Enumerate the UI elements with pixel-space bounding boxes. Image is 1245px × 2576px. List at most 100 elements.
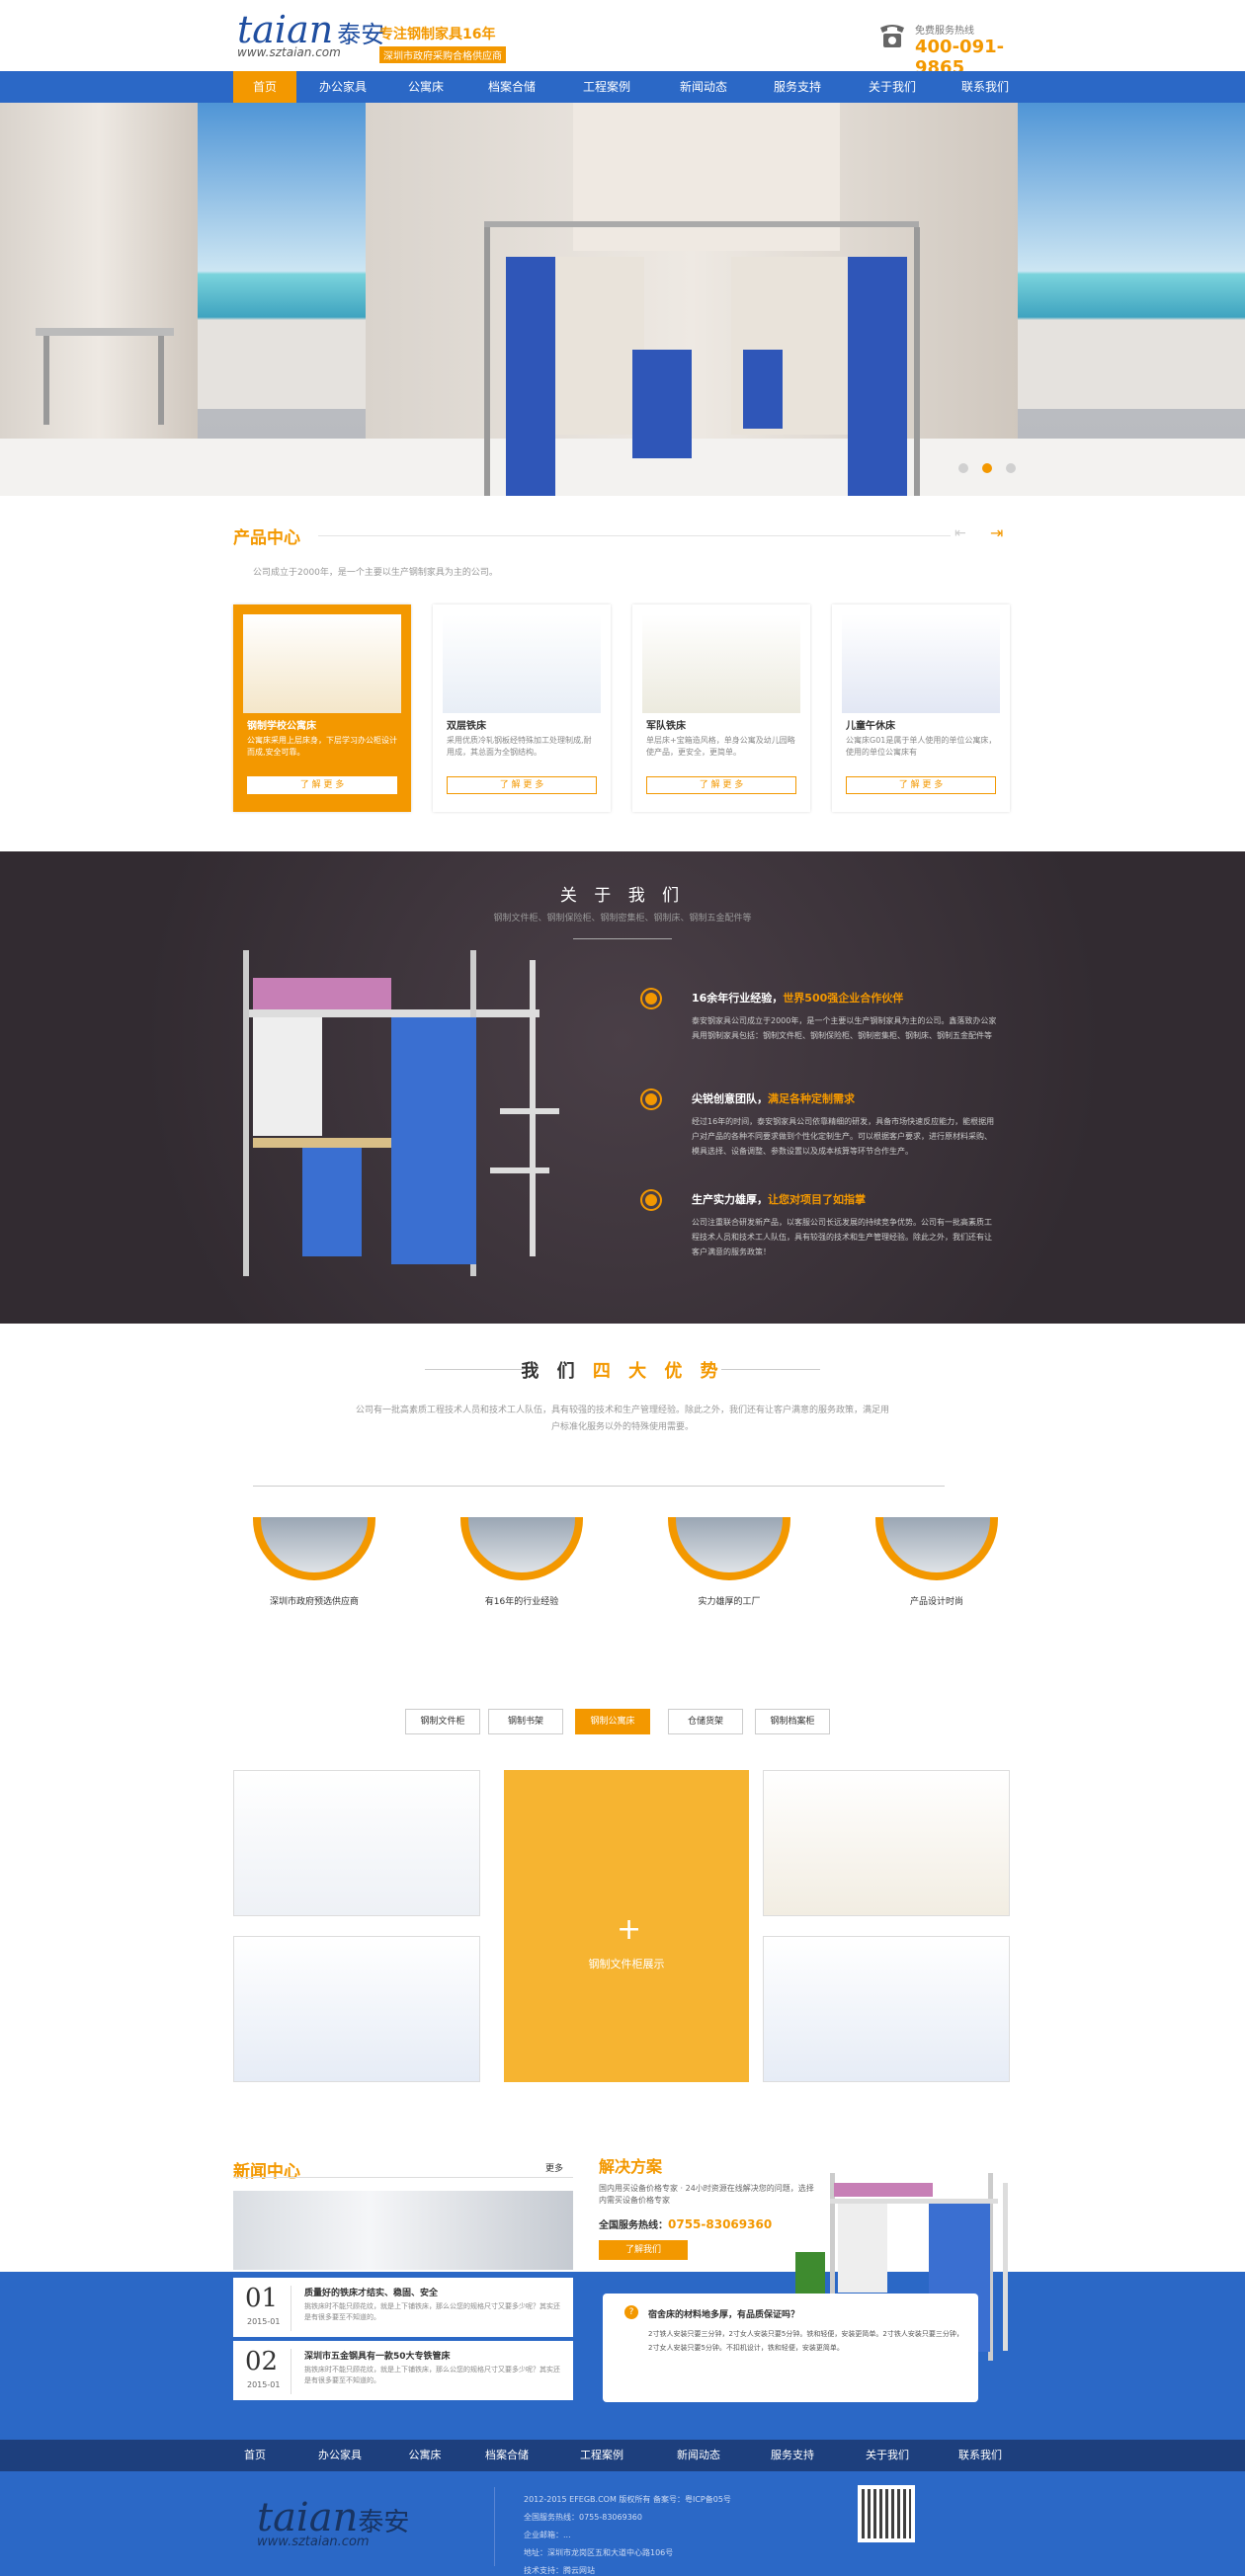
faq-question: 宿舍床的材料地多厚，有品质保证吗？ (648, 2310, 800, 2320)
product-more-button[interactable]: 了 解 更 多 (846, 776, 996, 794)
product-name: 军队铁床 (646, 721, 686, 732)
banner-dot-3[interactable] (1006, 463, 1016, 473)
about-subtitle: 钢制文件柜、钢制保险柜、钢制密集柜、钢制床、钢制五金配件等 (493, 914, 752, 924)
footer-nav-item[interactable]: 关于我们 (856, 2440, 919, 2471)
gallery-tab[interactable]: 仓储货架 (668, 1709, 743, 1734)
footer-email: 企业邮箱：... (524, 2531, 571, 2539)
news-date: 2015-01 (247, 2380, 281, 2389)
product-more-button[interactable]: 了 解 更 多 (646, 776, 796, 794)
products-divider (318, 535, 951, 536)
footer-logo[interactable]: taian泰安 www.sztaian.com (257, 2495, 409, 2549)
nav-archive-storage[interactable]: 档案合储 (480, 71, 543, 103)
site-footer: taian泰安 www.sztaian.com 2012-2015 EFEGB.… (0, 2471, 1245, 2576)
footer-nav-item[interactable]: 工程案例 (570, 2440, 633, 2471)
product-more-button[interactable]: 了 解 更 多 (447, 776, 597, 794)
slogan-main: 专注钢制家具16年 (379, 27, 496, 42)
footer-nav-item[interactable]: 首页 (223, 2440, 287, 2471)
adv-connector-line (253, 1486, 945, 1487)
footer-nav-item[interactable]: 公寓床 (393, 2440, 456, 2471)
advantage-image (875, 1517, 998, 1580)
about-point-title: 尖锐创意团队，满足各种定制需求 (692, 1092, 855, 1105)
banner-dot-1[interactable] (958, 463, 968, 473)
about-point-dot-icon (642, 990, 660, 1007)
news-excerpt: 挑铁床时不能只顾花纹，就是上下铺铁床，那么公您的规格尺寸又要多少呢？其实还是有很… (304, 2302, 560, 2321)
advantage-label: 实力雄厚的工厂 (698, 1597, 761, 1607)
site-logo[interactable]: taian 泰安 www.sztaian.com (237, 10, 385, 61)
footer-nav-item[interactable]: 档案合储 (475, 2440, 539, 2471)
about-point: 生产实力雄厚，让您对项目了如指掌 公司注重联合研发新产品，以客服公司长远发展的持… (642, 1191, 1028, 1280)
news-item[interactable]: 01 2015-01 质量好的铁床才结实、稳固、安全 挑铁床时不能只顾花纹，就是… (233, 2278, 573, 2337)
phone-icon (877, 22, 907, 49)
product-image (243, 614, 401, 713)
plus-icon: + (617, 1912, 642, 1947)
gallery-tab[interactable]: 钢制书架 (488, 1709, 563, 1734)
gallery-tab[interactable]: 钢制文件柜 (405, 1709, 480, 1734)
gallery-item[interactable] (233, 1936, 480, 2082)
gallery-item[interactable] (763, 1936, 1010, 2082)
footer-nav-item[interactable]: 新闻动态 (667, 2440, 730, 2471)
news-more-link[interactable]: 更多 (545, 2161, 563, 2174)
news-divider (233, 2177, 573, 2178)
gallery-tab[interactable]: 钢制档案柜 (755, 1709, 830, 1734)
about-point: 16余年行业经验，世界500强企业合作伙伴 泰安钢家具公司成立于2000年，是一… (642, 990, 1028, 1079)
nav-office-furniture[interactable]: 办公家具 (311, 71, 374, 103)
news-num: 02 (245, 2347, 279, 2376)
footer-nav-item[interactable]: 服务支持 (761, 2440, 824, 2471)
banner-pagination (958, 462, 1030, 476)
footer-nav-item[interactable]: 办公家具 (308, 2440, 372, 2471)
advantages-desc: 公司有一批高素质工程技术人员和技术工人队伍，具有较强的技术和生产管理经验。除此之… (356, 1406, 890, 1432)
product-desc: 公寓床G01是属于单人使用的单位公寓床，使用的单位公寓床有 (846, 736, 997, 757)
news-headline[interactable]: 质量好的铁床才结实、稳固、安全 (304, 2286, 438, 2298)
gallery-feature-item[interactable]: + 钢制文件柜展示 (504, 1770, 749, 2082)
question-icon: ? (624, 2305, 638, 2319)
nav-contact[interactable]: 联系我们 (954, 71, 1017, 103)
footer-copyright: 2012-2015 EFEGB.COM 版权所有 备案号：粤ICP备05号 (524, 2495, 731, 2504)
gallery-tab-active[interactable]: 钢制公寓床 (575, 1709, 650, 1734)
footer-address: 地址：深圳市龙岗区五和大道中心路106号 (524, 2548, 674, 2557)
product-card[interactable]: 儿童午休床 公寓床G01是属于单人使用的单位公寓床，使用的单位公寓床有 了 解 … (832, 604, 1010, 812)
hero-banner[interactable] (0, 103, 1245, 496)
about-bunk-bed-image (243, 950, 559, 1276)
about-point-title: 生产实力雄厚，让您对项目了如指掌 (692, 1193, 866, 1206)
footer-nav-item[interactable]: 联系我们 (949, 2440, 1012, 2471)
about-point-title: 16余年行业经验，世界500强企业合作伙伴 (692, 992, 904, 1005)
product-name: 儿童午休床 (846, 721, 895, 732)
product-name: 钢制学校公寓床 (247, 721, 316, 732)
gallery-item[interactable] (233, 1770, 480, 1916)
faq-answer: 2寸铁人安装只要三分钟，2寸女人安装只要5分钟。铁和轻便，安装更简单。2寸铁人安… (648, 2330, 963, 2352)
advantage-image (668, 1517, 790, 1580)
about-point-text: 泰安钢家具公司成立于2000年，是一个主要以生产钢制家具为主的公司。鑫落致办公家… (692, 1016, 997, 1040)
nav-home[interactable]: 首页 (233, 71, 296, 103)
nav-apartment-bed[interactable]: 公寓床 (394, 71, 457, 103)
advantage-image (460, 1517, 583, 1580)
products-desc: 公司成立于2000年，是一个主要以生产钢制家具为主的公司。 (253, 568, 498, 578)
product-name: 双层铁床 (447, 721, 486, 732)
news-headline[interactable]: 深圳市五金钢具有一款50大专铁管床 (304, 2349, 451, 2362)
nav-service[interactable]: 服务支持 (766, 71, 829, 103)
about-point-text: 经过16年的时间，泰安钢家具公司依靠精细的研发，具备市场快速反应能力，能根据用户… (692, 1117, 995, 1156)
news-title: 新闻中心 (233, 2162, 300, 2182)
footer-logo-cn: 泰安 (358, 2508, 410, 2537)
nav-news[interactable]: 新闻动态 (672, 71, 735, 103)
about-point-dot-icon (642, 1191, 660, 1209)
about-point-dot-icon (642, 1090, 660, 1108)
gallery-item[interactable] (763, 1770, 1010, 1916)
advantage-image (253, 1517, 375, 1580)
news-image (233, 2191, 573, 2270)
advantages-title: 我 们 四 大 优 势 (521, 1361, 724, 1382)
learn-more-button[interactable]: 了解我们 (599, 2240, 688, 2260)
product-card[interactable]: 双层铁床 采用优质冷轧钢板经特殊加工处理制成,耐用成，其总面为全钢结构。 了 解… (433, 604, 611, 812)
about-underline (573, 938, 672, 939)
next-arrow-icon[interactable]: ⇥ (990, 523, 1012, 545)
news-separator (290, 2286, 291, 2331)
product-card[interactable]: 军队铁床 单层床+宝箱造风格，单身公寓及幼儿园略使产品，更安全，更简单。 了 解… (632, 604, 810, 812)
product-more-button[interactable]: 了 解 更 多 (247, 776, 397, 794)
prev-arrow-icon[interactable]: ⇤ (954, 525, 972, 543)
logo-cn: 泰安 (337, 21, 385, 48)
banner-dot-2[interactable] (982, 463, 992, 473)
news-item[interactable]: 02 2015-01 深圳市五金钢具有一款50大专铁管床 挑铁床时不能只顾花纹，… (233, 2341, 573, 2400)
nav-projects[interactable]: 工程案例 (575, 71, 638, 103)
about-title: 关 于 我 们 (559, 886, 686, 906)
nav-about[interactable]: 关于我们 (861, 71, 924, 103)
product-card[interactable]: 钢制学校公寓床 公寓床采用上层床身，下层学习办公柜设计而成,安全可靠。 了 解 … (233, 604, 411, 812)
